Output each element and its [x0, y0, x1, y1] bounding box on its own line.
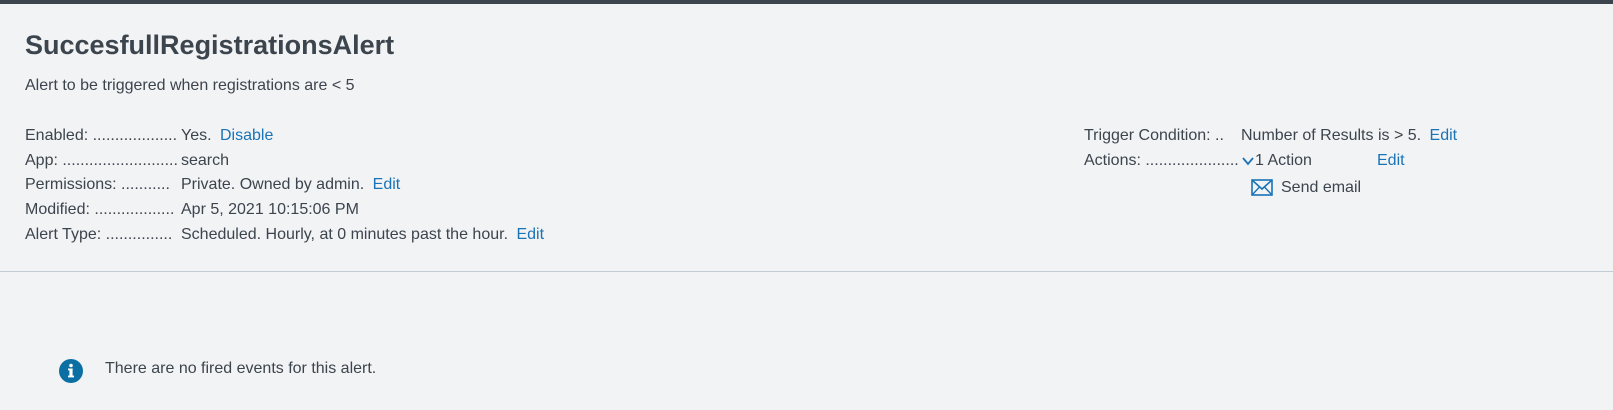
alert-type-edit-link[interactable]: Edit	[516, 226, 544, 243]
trigger-condition-edit-link[interactable]: Edit	[1430, 127, 1458, 144]
trigger-condition-value-group: Number of Results is > 5. Edit	[1241, 126, 1457, 146]
envelope-icon	[1251, 179, 1273, 196]
app-value: search	[181, 152, 230, 169]
permissions-edit-link[interactable]: Edit	[373, 176, 401, 193]
header-divider	[0, 271, 1613, 272]
trigger-condition-label: Trigger Condition: ..	[1084, 127, 1224, 144]
chevron-down-icon	[1242, 157, 1254, 166]
actions-toggle[interactable]: 1 Action	[1241, 151, 1312, 171]
permissions-value-group: Private. Owned by admin. Edit	[181, 175, 400, 195]
actions-label: Actions: .....................	[1084, 152, 1239, 169]
alert-header: SuccesfullRegistrationsAlert Alert to be…	[0, 4, 1613, 272]
actions-row: Actions: ..................... 1 Action …	[1084, 151, 1584, 171]
info-icon	[58, 358, 84, 384]
trigger-condition-value: Number of Results is > 5.	[1241, 127, 1422, 144]
actions-edit-link[interactable]: Edit	[1377, 151, 1405, 171]
alert-type-value: Scheduled. Hourly, at 0 minutes past the…	[181, 226, 509, 243]
enabled-row: Enabled: ................... Yes. Disabl…	[25, 126, 625, 146]
enabled-value-group: Yes. Disable	[181, 126, 273, 146]
disable-link[interactable]: Disable	[220, 127, 273, 144]
alert-type-row: Alert Type: ............... Scheduled. H…	[25, 225, 725, 245]
enabled-value: Yes.	[181, 127, 212, 144]
modified-value: Apr 5, 2021 10:15:06 PM	[181, 201, 359, 218]
app-row: App: .......................... search	[25, 151, 625, 171]
modified-label: Modified: ..................	[25, 201, 175, 218]
alert-title: SuccesfullRegistrationsAlert	[25, 30, 395, 60]
modified-row: Modified: .................. Apr 5, 2021…	[25, 200, 625, 220]
enabled-label: Enabled: ...................	[25, 127, 178, 144]
permissions-row: Permissions: ........... Private. Owned …	[25, 175, 625, 195]
permissions-value: Private. Owned by admin.	[181, 176, 365, 193]
alert-type-label: Alert Type: ...............	[25, 226, 173, 243]
app-label: App: ..........................	[25, 152, 178, 169]
permissions-label: Permissions: ...........	[25, 176, 170, 193]
alert-description: Alert to be triggered when registrations…	[25, 77, 355, 94]
send-email-label: Send email	[1281, 179, 1362, 196]
alert-type-value-group: Scheduled. Hourly, at 0 minutes past the…	[181, 225, 544, 245]
no-events-message: There are no fired events for this alert…	[105, 360, 377, 377]
trigger-condition-row: Trigger Condition: .. Number of Results …	[1084, 126, 1584, 146]
actions-count: 1 Action	[1255, 152, 1312, 169]
